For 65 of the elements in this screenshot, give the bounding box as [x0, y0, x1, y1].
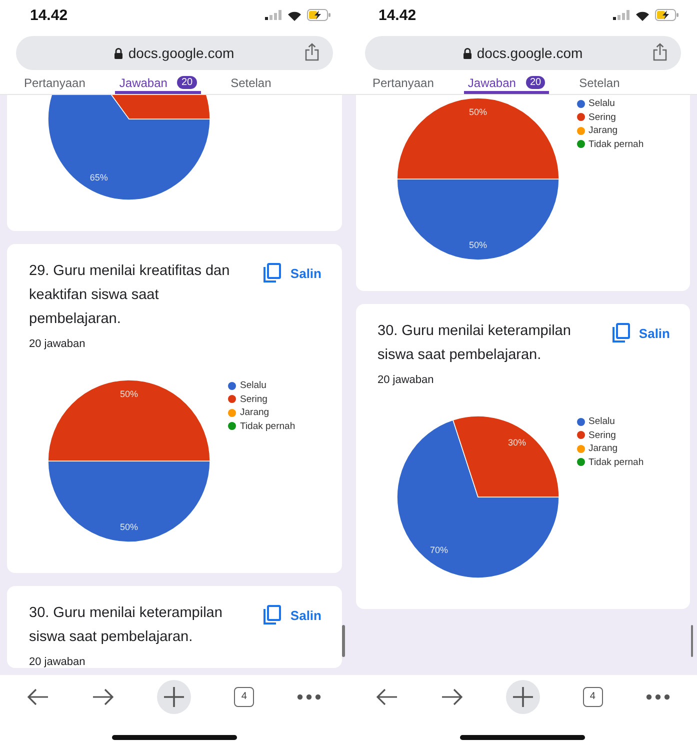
- scrollbar: [690, 625, 693, 657]
- question-title: 29. Guru menilai kreatifitas dan keaktifan siswa saat pembelajaran.: [29, 262, 231, 329]
- slice-label: 50%: [120, 522, 138, 532]
- address-bar[interactable]: docs.google.com: [364, 36, 681, 70]
- slice-label: 70%: [429, 545, 448, 556]
- legend-label: Jarang: [588, 125, 618, 136]
- legend-label: Selalu: [240, 380, 266, 391]
- signal-icon: [264, 10, 282, 20]
- legend-label: Jarang: [240, 407, 270, 418]
- more-icon[interactable]: [646, 694, 670, 700]
- share-icon[interactable]: [304, 43, 318, 61]
- legend-label: Sering: [240, 394, 268, 404]
- response-count: 20 jawaban: [28, 655, 86, 668]
- lock-icon: [114, 48, 124, 58]
- slice-label: 50%: [468, 240, 486, 250]
- more-icon[interactable]: [297, 694, 321, 700]
- wifi-icon: [286, 10, 302, 20]
- back-arrow-icon[interactable]: [376, 688, 398, 706]
- copy-icon: [263, 263, 282, 283]
- share-icon[interactable]: [653, 43, 667, 61]
- legend-label: Selalu: [588, 98, 615, 109]
- url-text: docs.google.com: [476, 45, 583, 61]
- battery-icon: [306, 9, 330, 21]
- scrollbar: [342, 625, 344, 657]
- tab[interactable]: Setelan: [575, 74, 624, 94]
- count-badge: 20: [177, 76, 197, 89]
- question-title: 30. Guru menilai keterampilan siswa saat pembelajaran.: [378, 322, 572, 365]
- forward-arrow-icon[interactable]: [92, 688, 114, 706]
- legend-label: Sering: [588, 112, 616, 122]
- slice-label: 65%: [90, 172, 108, 183]
- copy-button[interactable]: Salin: [263, 259, 328, 283]
- legend-label: Selalu: [588, 416, 615, 427]
- battery-icon: [655, 9, 679, 21]
- url-text: docs.google.com: [128, 45, 234, 61]
- legend-label: Tidak pernah: [588, 138, 644, 150]
- legend-label: Tidak pernah: [240, 420, 296, 432]
- legend-label: Jarang: [588, 443, 618, 454]
- signal-icon: [613, 10, 630, 20]
- status-time: 14.42: [378, 6, 416, 24]
- count-badge: 20: [526, 76, 546, 89]
- slice-label: 30%: [508, 438, 526, 448]
- forward-arrow-icon[interactable]: [440, 688, 463, 706]
- copy-icon: [612, 323, 630, 343]
- status-time: 14.42: [30, 6, 68, 24]
- tab-count-button[interactable]: 4: [234, 686, 254, 706]
- new-tab-plus-icon[interactable]: [157, 680, 192, 714]
- address-bar[interactable]: docs.google.com: [16, 36, 332, 70]
- copy-icon: [263, 605, 282, 625]
- legend-label: Sering: [588, 430, 616, 440]
- response-count: 20 jawaban: [376, 373, 435, 386]
- lock-icon: [462, 48, 472, 58]
- response-count: 20 jawaban: [28, 337, 86, 350]
- legend-label: Tidak pernah: [588, 456, 644, 468]
- tab[interactable]: Pertanyaan: [20, 74, 90, 94]
- copy-button[interactable]: Salin: [263, 601, 328, 625]
- slice-label: 50%: [468, 106, 486, 117]
- new-tab-plus-icon[interactable]: [506, 680, 540, 714]
- slice-label: 50%: [120, 388, 138, 399]
- back-arrow-icon[interactable]: [27, 688, 50, 706]
- tab-count-button[interactable]: 4: [582, 686, 603, 706]
- question-title: 30. Guru menilai keterampilan siswa saat pembelajaran.: [29, 604, 224, 647]
- wifi-icon: [635, 10, 650, 20]
- tab[interactable]: Setelan: [226, 74, 276, 94]
- tab[interactable]: Pertanyaan: [368, 74, 438, 94]
- copy-button[interactable]: Salin: [612, 319, 676, 343]
